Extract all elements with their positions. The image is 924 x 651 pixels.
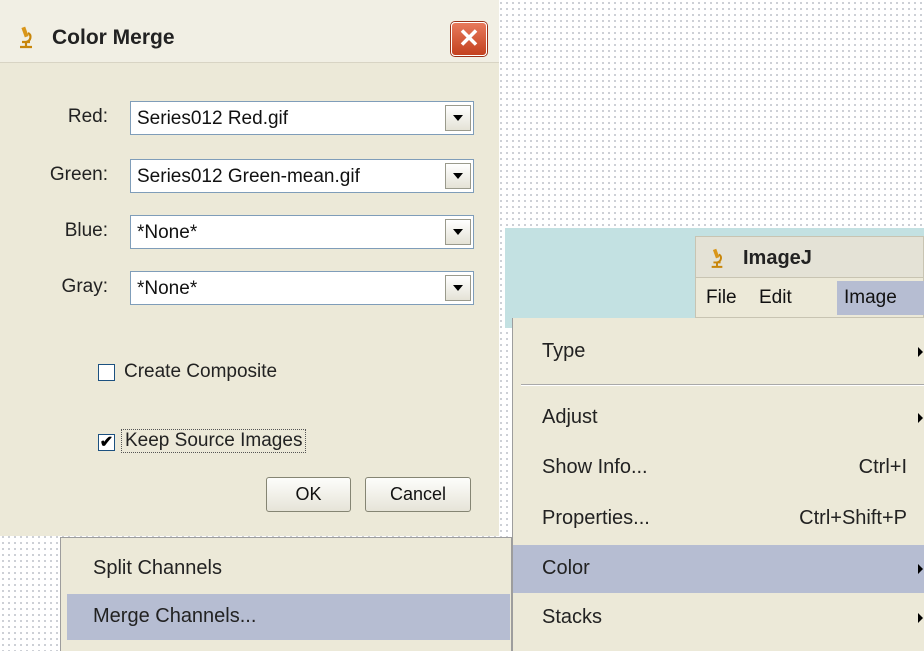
red-label: Red: bbox=[67, 106, 108, 127]
close-button[interactable]: ✕ bbox=[451, 22, 487, 56]
submenu-item-merge-channels[interactable]: Merge Channels... bbox=[67, 594, 510, 640]
create-composite-label[interactable]: Create Composite bbox=[124, 361, 277, 383]
green-label: Green: bbox=[49, 164, 108, 185]
image-menu: Type Adjust Show Info... Ctrl+I Properti… bbox=[512, 318, 924, 651]
microscope-icon bbox=[20, 26, 32, 49]
menu-item-color[interactable]: Color bbox=[513, 545, 924, 593]
cancel-button[interactable]: Cancel bbox=[365, 477, 471, 512]
menu-item-stacks[interactable]: Stacks bbox=[513, 596, 924, 640]
menu-edit[interactable]: Edit bbox=[759, 287, 792, 309]
keep-source-images-checkbox[interactable]: ✔ bbox=[98, 434, 115, 451]
ok-button[interactable]: OK bbox=[266, 477, 351, 512]
menu-image[interactable]: Image bbox=[844, 287, 897, 309]
green-channel-select[interactable]: Series012 Green-mean.gif bbox=[130, 159, 474, 193]
blue-channel-value: *None* bbox=[137, 222, 198, 243]
submenu-item-label: Split Channels bbox=[93, 557, 222, 579]
gray-channel-select[interactable]: *None* bbox=[130, 271, 474, 305]
menu-item-label: Color bbox=[542, 557, 590, 579]
keep-source-images-label[interactable]: Keep Source Images bbox=[121, 429, 307, 453]
submenu-item-label: Merge Channels... bbox=[93, 605, 257, 627]
menu-item-adjust[interactable]: Adjust bbox=[513, 396, 924, 440]
red-channel-value: Series012 Red.gif bbox=[137, 108, 289, 129]
imagej-title: ImageJ bbox=[743, 247, 812, 269]
blue-label: Blue: bbox=[64, 220, 108, 241]
color-merge-dialog: Color Merge ✕ Red: Series012 Red.gif Gre… bbox=[0, 0, 499, 536]
menu-item-properties[interactable]: Properties... Ctrl+Shift+P bbox=[513, 497, 924, 541]
submenu-item-split-channels[interactable]: Split Channels bbox=[67, 546, 510, 592]
menu-item-show-info[interactable]: Show Info... Ctrl+I bbox=[513, 446, 924, 490]
imagej-menubar: File Edit Image bbox=[695, 278, 924, 318]
create-composite-checkbox[interactable] bbox=[98, 364, 115, 381]
dialog-titlebar[interactable]: Color Merge ✕ bbox=[0, 0, 499, 63]
menu-separator bbox=[521, 384, 924, 386]
menu-item-label: Show Info... bbox=[542, 456, 648, 478]
menu-item-label: Type bbox=[542, 340, 586, 362]
gray-channel-value: *None* bbox=[137, 278, 198, 299]
red-channel-select[interactable]: Series012 Red.gif bbox=[130, 101, 474, 135]
menu-item-shortcut: Ctrl+Shift+P bbox=[799, 507, 907, 529]
menu-item-type[interactable]: Type bbox=[513, 330, 924, 374]
gray-label: Gray: bbox=[61, 276, 108, 297]
menu-file[interactable]: File bbox=[706, 287, 737, 309]
menu-item-shortcut: Ctrl+I bbox=[858, 456, 907, 478]
menu-item-label: Stacks bbox=[542, 606, 603, 628]
chevron-right-icon bbox=[918, 613, 923, 623]
menu-item-label: Adjust bbox=[542, 406, 598, 428]
microscope-icon bbox=[711, 248, 723, 268]
green-channel-value: Series012 Green-mean.gif bbox=[137, 166, 360, 187]
chevron-right-icon bbox=[918, 347, 923, 357]
chevron-down-icon[interactable] bbox=[445, 275, 471, 301]
chevron-right-icon bbox=[918, 413, 923, 423]
chevron-down-icon[interactable] bbox=[445, 105, 471, 131]
chevron-down-icon[interactable] bbox=[445, 219, 471, 245]
color-submenu: Split Channels Merge Channels... bbox=[60, 537, 512, 651]
imagej-titlebar[interactable]: ImageJ bbox=[695, 236, 924, 278]
blue-channel-select[interactable]: *None* bbox=[130, 215, 474, 249]
dialog-title: Color Merge bbox=[52, 26, 175, 49]
menu-item-label: Properties... bbox=[542, 507, 650, 529]
chevron-down-icon[interactable] bbox=[445, 163, 471, 189]
chevron-right-icon bbox=[918, 564, 923, 574]
